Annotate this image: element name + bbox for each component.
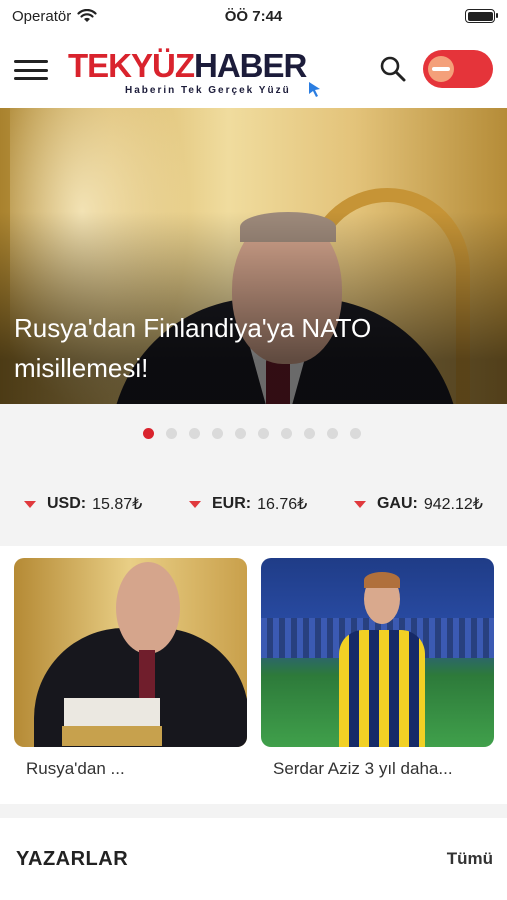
currency-rate: GAU: 942.12₺	[353, 494, 483, 514]
news-cards: Rusya'dan ... Serdar Aziz 3 yıl daha...	[0, 546, 507, 804]
news-card[interactable]: Rusya'dan ...	[14, 558, 247, 792]
toggle-knob	[428, 56, 454, 82]
currency-code: EUR:	[211, 495, 252, 512]
carrier-label: Operatör	[12, 7, 72, 25]
currency-code: USD:	[47, 495, 87, 512]
logo-wordmark: TEKYÜZHABER	[68, 47, 307, 84]
wifi-icon	[77, 9, 97, 22]
currency-rate: EUR: 16.76₺	[188, 494, 308, 514]
hero-title: Rusya'dan Finlandiya'ya NATO misillemesi…	[14, 313, 372, 383]
status-left: Operatör	[12, 8, 97, 25]
trend-down-icon	[24, 500, 36, 508]
trend-down-icon	[353, 500, 366, 508]
writers-title: YAZARLAR	[16, 847, 129, 870]
news-card-image	[261, 558, 494, 747]
status-bar: Operatör ÖÖ 7:44	[0, 0, 507, 32]
currency-value: 15.87₺	[92, 496, 143, 513]
hero-slide[interactable]: Rusya'dan Finlandiya'ya NATO misillemesi…	[0, 108, 507, 404]
currency-rates: USD: 15.87₺ EUR: 16.76₺ GAU: 942.12₺	[0, 462, 507, 546]
pager-dot[interactable]	[257, 427, 269, 439]
theme-toggle[interactable]	[423, 50, 493, 88]
trend-down-icon	[188, 500, 201, 508]
app-header: TEKYÜZHABER Haberin Tek Gerçek Yüzü	[0, 32, 507, 108]
app-logo[interactable]: TEKYÜZHABER Haberin Tek Gerçek Yüzü	[68, 45, 328, 97]
writers-see-all-link[interactable]: Tümü	[447, 849, 493, 869]
pager-dot[interactable]	[280, 427, 292, 439]
news-card-caption: Rusya'dan ...	[26, 759, 125, 778]
currency-rate: USD: 15.87₺	[24, 494, 142, 514]
search-icon[interactable]	[378, 54, 408, 84]
logo-tagline: Haberin Tek Gerçek Yüzü	[125, 85, 291, 96]
currency-value: 16.76₺	[257, 496, 308, 513]
battery-icon	[465, 9, 498, 23]
news-card-caption: Serdar Aziz 3 yıl daha...	[273, 759, 453, 778]
pager-dot[interactable]	[211, 427, 223, 439]
menu-icon[interactable]	[14, 57, 48, 83]
cursor-icon	[309, 82, 320, 97]
pager-dot[interactable]	[165, 427, 177, 439]
pager-dot[interactable]	[326, 427, 338, 439]
pager-dot[interactable]	[303, 427, 315, 439]
currency-value: 942.12₺	[423, 496, 483, 513]
pager-dot[interactable]	[188, 427, 200, 439]
pager-dot[interactable]	[349, 427, 361, 439]
pager-dot[interactable]	[142, 427, 154, 439]
currency-code: GAU:	[376, 495, 418, 512]
carousel-pager	[0, 404, 507, 462]
writers-section: YAZARLAR Tümü	[0, 818, 507, 900]
news-card-image	[14, 558, 247, 747]
news-card[interactable]: Serdar Aziz 3 yıl daha...	[261, 558, 494, 792]
pager-dot[interactable]	[234, 427, 246, 439]
